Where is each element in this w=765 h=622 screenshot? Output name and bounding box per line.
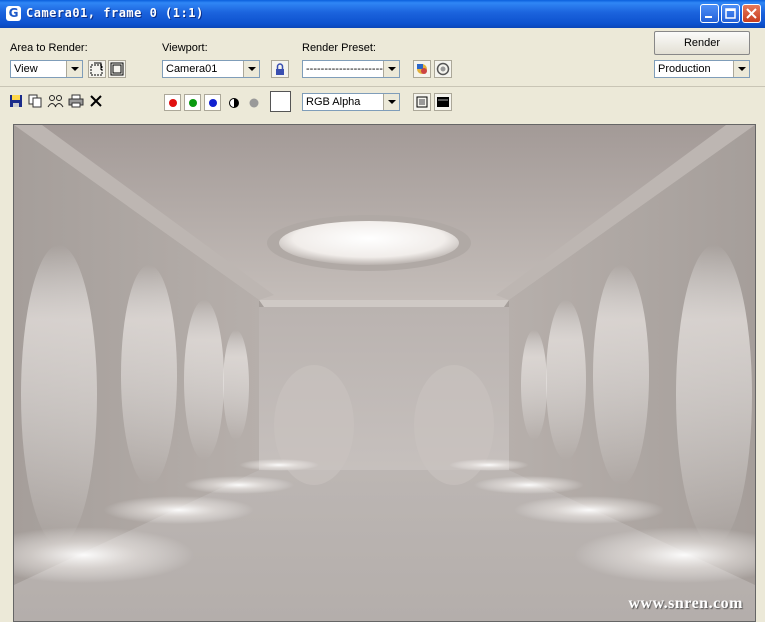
channel-value: RGB Alpha	[306, 96, 361, 108]
green-dot-icon	[189, 99, 197, 107]
alpha-icon[interactable]	[228, 97, 240, 109]
render-preset-label: Render Preset:	[302, 42, 376, 54]
copy-icon[interactable]	[28, 94, 43, 108]
maximize-button[interactable]	[721, 4, 740, 23]
watermark: www.snren.com	[628, 595, 743, 612]
render-setup-button[interactable]	[434, 60, 452, 78]
viewport-dropdown[interactable]: Camera01	[162, 60, 260, 78]
toggle-icon	[437, 97, 449, 107]
blue-dot-icon	[209, 99, 217, 107]
green-channel-toggle[interactable]	[184, 94, 201, 111]
production-dropdown[interactable]: Production	[654, 60, 750, 78]
close-icon	[746, 8, 757, 19]
chevron-down-icon	[243, 61, 259, 77]
environment-icon	[417, 64, 427, 74]
teapot-icon	[436, 62, 450, 76]
window-title: Camera01, frame 0 (1:1)	[26, 6, 204, 20]
area-to-render-value: View	[14, 63, 38, 75]
viewport-label: Viewport:	[162, 42, 208, 54]
viewport-value: Camera01	[166, 63, 218, 75]
mono-icon[interactable]	[248, 97, 260, 109]
render-button[interactable]: Render	[654, 31, 750, 55]
print-icon[interactable]	[68, 94, 84, 108]
red-dot-icon	[169, 99, 177, 107]
chevron-down-icon	[383, 94, 399, 110]
environment-button[interactable]	[413, 60, 431, 78]
minimize-button[interactable]	[700, 4, 719, 23]
area-to-render-dropdown[interactable]: View	[10, 60, 83, 78]
region-icon	[90, 62, 103, 76]
crop-button[interactable]	[108, 60, 126, 78]
toolbar-divider	[0, 86, 765, 87]
close-button[interactable]	[742, 4, 761, 23]
save-icon[interactable]	[9, 94, 23, 108]
chevron-down-icon	[383, 61, 399, 77]
region-button[interactable]	[88, 60, 106, 78]
crop-icon	[110, 62, 124, 76]
chevron-down-icon	[66, 61, 82, 77]
toggle-ui-button[interactable]	[434, 93, 452, 111]
channel-dropdown[interactable]: RGB Alpha	[302, 93, 400, 111]
display-button[interactable]	[413, 93, 431, 111]
app-icon: G	[6, 6, 21, 21]
blue-channel-toggle[interactable]	[204, 94, 221, 111]
render-preset-dropdown[interactable]: -----------------------------	[302, 60, 400, 78]
title-bar[interactable]: G Camera01, frame 0 (1:1)	[0, 0, 765, 28]
color-swatch[interactable]	[270, 91, 291, 112]
render-frame: www.snren.com	[0, 114, 765, 622]
rendered-image: www.snren.com	[13, 124, 756, 622]
clear-icon[interactable]	[89, 94, 103, 108]
rendered-room-image	[14, 125, 755, 621]
maximize-icon	[725, 8, 736, 19]
production-value: Production	[658, 63, 711, 75]
chevron-down-icon	[733, 61, 749, 77]
minimize-icon	[705, 16, 712, 18]
clone-icon[interactable]	[47, 94, 65, 108]
display-icon	[416, 96, 428, 108]
area-to-render-label: Area to Render:	[10, 42, 88, 54]
lock-viewport-button[interactable]	[271, 60, 289, 78]
render-toolbar: Area to Render: Viewport: Render Preset:…	[0, 28, 765, 114]
red-channel-toggle[interactable]	[164, 94, 181, 111]
lock-icon	[276, 63, 284, 75]
